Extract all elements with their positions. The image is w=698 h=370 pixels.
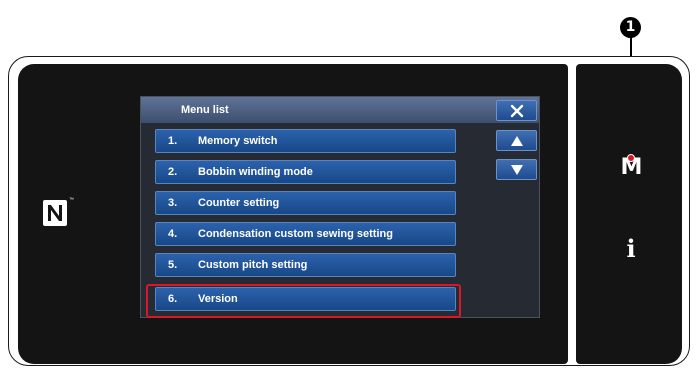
menu-item-label: Custom pitch setting <box>198 259 308 271</box>
menu-item-label: Memory switch <box>198 135 278 147</box>
scroll-up-button[interactable] <box>496 130 537 151</box>
menu-item-label: Condensation custom sewing setting <box>198 228 393 240</box>
menu-item-bobbin-winding-mode[interactable]: 2. Bobbin winding mode <box>155 160 456 184</box>
screen-header: Menu list <box>141 97 539 123</box>
menu-item-label: Bobbin winding mode <box>198 166 313 178</box>
menu-item-number: 2. <box>168 166 178 178</box>
menu-item-number: 1. <box>168 135 178 147</box>
nfc-trademark: ™ <box>69 197 74 203</box>
scroll-down-button[interactable] <box>496 159 537 180</box>
nfc-icon <box>43 200 67 226</box>
menu-item-condensation-custom-sewing[interactable]: 4. Condensation custom sewing setting <box>155 222 456 246</box>
menu-item-number: 3. <box>168 197 178 209</box>
triangle-down-icon <box>510 165 523 175</box>
menu-item-custom-pitch-setting[interactable]: 5. Custom pitch setting <box>155 253 456 277</box>
triangle-up-icon <box>510 136 523 146</box>
callout-number: 1 <box>620 17 641 38</box>
menu-item-counter-setting[interactable]: 3. Counter setting <box>155 191 456 215</box>
menu-item-number: 5. <box>168 259 178 271</box>
menu-item-label: Counter setting <box>198 197 280 209</box>
menu-item-memory-switch[interactable]: 1. Memory switch <box>155 129 456 153</box>
menu-item-number: 4. <box>168 228 178 240</box>
close-icon <box>510 104 523 118</box>
screen-title: Menu list <box>181 104 229 116</box>
callout-dot <box>627 154 635 162</box>
close-button[interactable] <box>496 100 537 121</box>
side-panel <box>576 64 682 364</box>
highlight-frame <box>146 284 461 318</box>
info-key[interactable]: i <box>612 234 650 264</box>
